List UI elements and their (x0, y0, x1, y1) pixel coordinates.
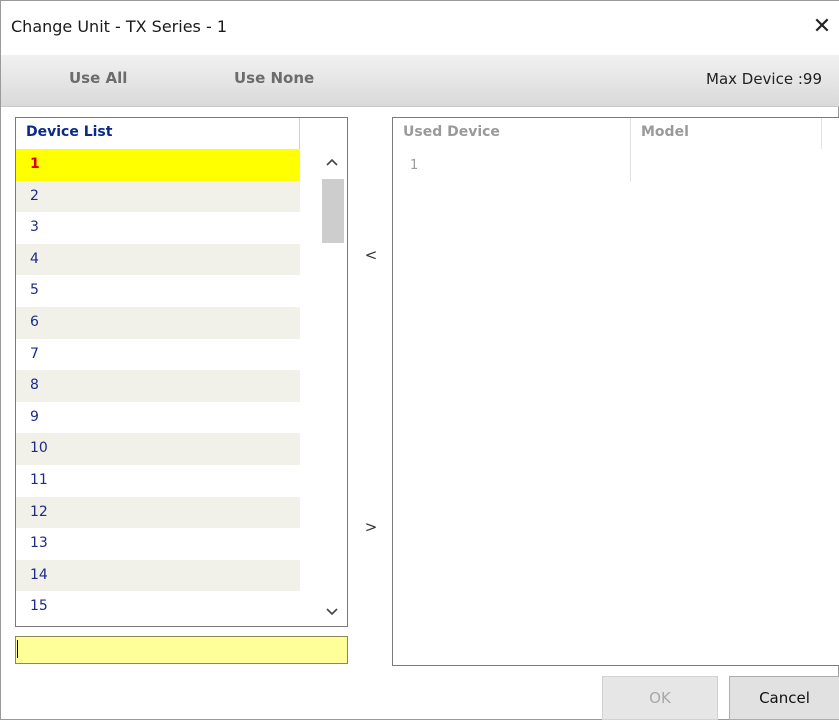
list-item[interactable]: 9 (16, 402, 300, 434)
device-list-panel: Device List 1 2 3 4 5 6 7 8 9 10 11 12 1… (15, 117, 348, 627)
move-right-button[interactable]: > (359, 513, 383, 541)
chevron-down-icon[interactable] (325, 607, 339, 617)
list-item-selected[interactable]: 1 (16, 149, 300, 181)
toolbar: Use All Use None Max Device :99 (1, 55, 839, 107)
list-item[interactable]: 14 (16, 559, 300, 592)
scrollbar-thumb[interactable] (322, 179, 344, 243)
column-divider (821, 118, 822, 149)
column-divider (630, 118, 631, 182)
dialog-title: Change Unit - TX Series - 1 (11, 17, 228, 36)
use-none-button[interactable]: Use None (234, 69, 314, 87)
list-item[interactable]: 2 (16, 180, 300, 213)
list-item[interactable]: 15 (16, 591, 300, 623)
list-item[interactable]: 6 (16, 306, 300, 339)
list-item[interactable]: 12 (16, 496, 300, 529)
column-header-used-device[interactable]: Used Device (403, 124, 500, 140)
list-item[interactable]: 7 (16, 339, 300, 371)
move-left-button[interactable]: < (359, 241, 383, 269)
close-icon[interactable]: ✕ (810, 13, 834, 41)
title-bar: Change Unit - TX Series - 1 ✕ (1, 1, 839, 55)
device-list-header: Device List (16, 118, 300, 149)
chevron-up-icon[interactable] (325, 157, 339, 167)
list-item[interactable]: 4 (16, 243, 300, 276)
device-list-title: Device List (26, 124, 113, 140)
device-list-scrollbar[interactable] (319, 149, 347, 625)
max-device-label: Max Device :99 (706, 70, 822, 88)
change-unit-dialog: Change Unit - TX Series - 1 ✕ Use All Us… (0, 0, 839, 720)
list-item[interactable]: 11 (16, 465, 300, 497)
device-list: 1 2 3 4 5 6 7 8 9 10 11 12 13 14 15 (16, 149, 300, 623)
ok-button[interactable]: OK (602, 676, 718, 720)
list-item[interactable]: 8 (16, 370, 300, 402)
list-item[interactable]: 10 (16, 433, 300, 465)
list-item[interactable]: 3 (16, 212, 300, 244)
used-device-grid: Used Device Model 1 (392, 117, 839, 666)
use-all-button[interactable]: Use All (69, 69, 127, 87)
cancel-button[interactable]: Cancel (729, 676, 839, 720)
list-item[interactable]: 13 (16, 528, 300, 560)
device-filter-input[interactable] (15, 636, 348, 664)
list-item[interactable]: 5 (16, 275, 300, 307)
column-header-model[interactable]: Model (641, 124, 689, 140)
text-cursor (17, 640, 18, 658)
used-device-row[interactable]: 1 (410, 158, 418, 173)
